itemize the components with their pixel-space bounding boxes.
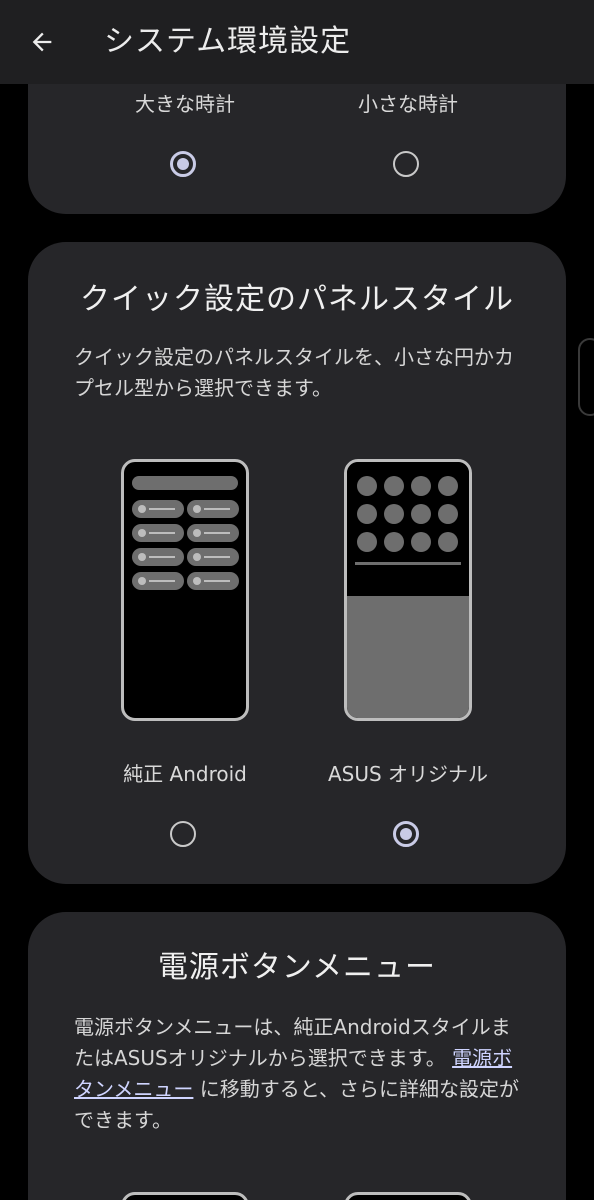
arrow-left-icon (32, 32, 52, 52)
asus-power-menu-preview[interactable] (344, 1192, 472, 1200)
quick-settings-style-card: クイック設定のパネルスタイル クイック設定のパネルスタイルを、小さな円かカプセル… (28, 242, 566, 884)
description-text-2: ASUSオリジナルから選択できます。 (114, 1046, 446, 1070)
stock-power-menu-preview[interactable] (121, 1192, 249, 1200)
stock-android-radio[interactable] (170, 821, 196, 847)
card-description: クイック設定のパネルスタイルを、小さな円かカプセル型から選択できます。 (74, 345, 514, 400)
small-clock-label: 小さな時計 (358, 92, 458, 116)
big-clock-radio[interactable] (170, 151, 196, 177)
card-title: クイック設定のパネルスタイル (80, 282, 514, 317)
big-clock-label: 大きな時計 (135, 92, 235, 116)
stock-android-preview[interactable] (121, 459, 249, 721)
settings-screen: システム環境設定 大きな時計 小さな時計 クイック設定のパネルスタイル クイック… (0, 0, 594, 1200)
stock-android-label: 純正 Android (123, 762, 247, 786)
small-clock-radio[interactable] (393, 151, 419, 177)
app-bar: システム環境設定 (0, 0, 594, 84)
asus-original-preview[interactable] (344, 459, 472, 721)
card-title: 電源ボタンメニュー (157, 950, 437, 985)
page-title: システム環境設定 (104, 24, 352, 59)
asus-original-radio[interactable] (393, 821, 419, 847)
card-description: 電源ボタンメニューは、純正AndroidスタイルまたはASUSオリジナルから選択… (74, 1012, 526, 1136)
power-menu-card: 電源ボタンメニュー 電源ボタンメニューは、純正AndroidスタイルまたはASU… (28, 912, 566, 1200)
asus-original-label: ASUS オリジナル (327, 762, 489, 786)
back-button[interactable] (18, 20, 66, 64)
scroll-handle[interactable] (578, 338, 594, 416)
